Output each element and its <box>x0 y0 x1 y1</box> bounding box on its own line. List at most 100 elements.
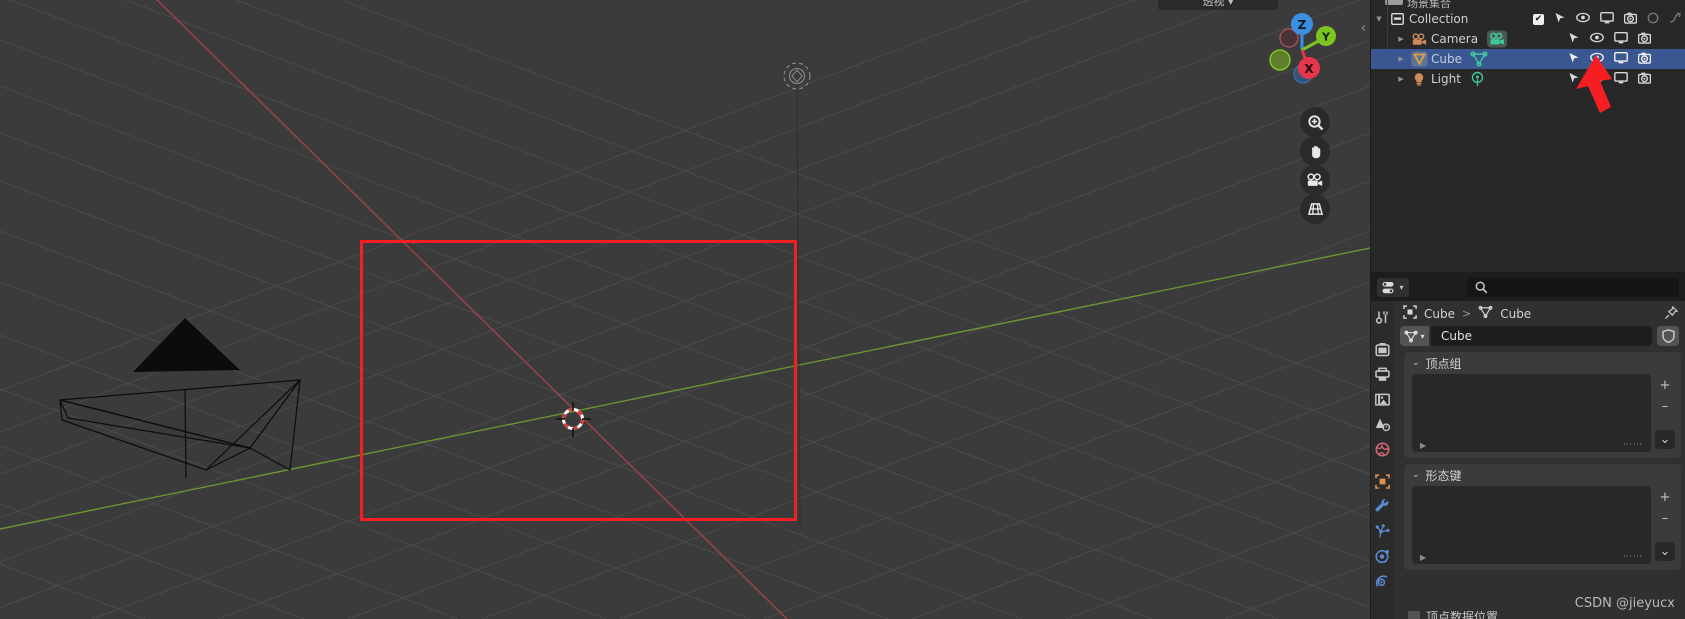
scene-tab[interactable] <box>1371 412 1394 437</box>
vertex-groups-title: 顶点组 <box>1425 356 1462 371</box>
resize-grip-icon[interactable]: ⋯⋯ <box>1623 440 1643 450</box>
shape-keys-title: 形态键 <box>1425 468 1462 483</box>
pin-icon[interactable] <box>1664 305 1679 323</box>
editor-type-dropdown[interactable]: ▾ <box>1377 278 1409 297</box>
object-tab[interactable] <box>1371 469 1394 494</box>
object-icon <box>1403 305 1417 322</box>
holdout-icon[interactable] <box>1647 12 1659 27</box>
shape-keys-buttons[interactable]: + – ⌄ <box>1655 486 1677 564</box>
mesh-object-icon <box>1409 51 1429 67</box>
collection-expand-icon[interactable]: ▼ <box>1371 15 1387 23</box>
object-data-tab[interactable] <box>1371 569 1394 594</box>
properties-editor[interactable]: ▾ Cube > Cube ▾ Cube ⌄ 顶点组 ▶ ⋯⋯ + – ⌄ ⌄ … <box>1370 272 1685 619</box>
disable-in-renders-icon[interactable] <box>1623 12 1638 27</box>
annotation-selection-rectangle <box>360 240 797 521</box>
search-icon <box>1475 281 1488 294</box>
expand-triangle-icon[interactable]: ▶ <box>1420 441 1426 450</box>
cube-expand-icon[interactable]: ▶ <box>1393 55 1409 63</box>
sidebar-toggle-arrow-icon[interactable]: ‹ <box>1361 22 1366 35</box>
light-expand-icon[interactable]: ▶ <box>1393 75 1409 83</box>
breadcrumb-mesh-label[interactable]: Cube <box>1500 307 1531 321</box>
modifiers-tab[interactable] <box>1371 494 1394 519</box>
hide-eye-icon[interactable] <box>1576 12 1590 26</box>
mesh-data-icon <box>1478 305 1493 322</box>
outliner-row-collection[interactable]: ▼ Collection ✔ <box>1371 9 1685 29</box>
view-layer-tab[interactable] <box>1371 387 1394 412</box>
remove-vertex-group-button[interactable]: – <box>1655 397 1675 416</box>
mesh-name-row[interactable]: ▾ Cube <box>1394 326 1685 346</box>
properties-header: ▾ <box>1371 274 1685 301</box>
mesh-datablock-dropdown[interactable]: ▾ <box>1400 326 1429 346</box>
mesh-name-input[interactable]: Cube <box>1431 326 1652 346</box>
blender-window: 透视 ▾ ‹ Z Y X 场景集合 ▼ Collection ✔ ▶ Camer… <box>0 0 1685 619</box>
shape-key-specials-menu[interactable]: ⌄ <box>1655 542 1675 561</box>
vertex-group-specials-menu[interactable]: ⌄ <box>1655 430 1675 449</box>
chevron-down-icon[interactable]: ⌄ <box>1412 470 1420 480</box>
checkbox-icon[interactable] <box>1408 611 1420 619</box>
selectable-arrow-icon[interactable] <box>1568 32 1580 47</box>
breadcrumb[interactable]: Cube > Cube <box>1394 301 1685 326</box>
bottom-partial-label: 顶点数据位置 <box>1426 611 1499 619</box>
particles-tab[interactable] <box>1371 519 1394 544</box>
hide-eye-icon[interactable] <box>1590 32 1604 46</box>
resize-grip-icon[interactable]: ⋯⋯ <box>1623 552 1643 562</box>
vertex-groups-buttons[interactable]: + – ⌄ <box>1655 374 1677 452</box>
scene-collection-label: 场景集合 <box>1407 0 1451 9</box>
shape-keys-header[interactable]: ⌄ 形态键 <box>1404 464 1681 486</box>
fake-user-shield-icon[interactable] <box>1657 326 1679 346</box>
disable-in-renders-icon[interactable] <box>1637 32 1652 47</box>
expand-triangle-icon[interactable]: ▶ <box>1420 553 1426 562</box>
camera-view-icon[interactable] <box>1300 165 1330 195</box>
disable-in-viewports-icon[interactable] <box>1614 31 1628 47</box>
chevron-down-icon[interactable]: ⌄ <box>1412 358 1420 368</box>
outliner-label: Light <box>1431 72 1461 86</box>
3d-viewport[interactable]: 透视 ▾ ‹ Z Y X <box>0 0 1370 619</box>
selectable-arrow-icon[interactable] <box>1554 12 1566 27</box>
shape-keys-list[interactable]: ▶ ⋯⋯ <box>1412 486 1651 564</box>
shape-keys-panel[interactable]: ⌄ 形态键 ▶ ⋯⋯ + – ⌄ <box>1404 464 1681 570</box>
annotation-arrow-icon <box>1576 55 1612 113</box>
add-vertex-group-button[interactable]: + <box>1655 376 1675 395</box>
chevron-down-icon: ▾ <box>1420 331 1425 341</box>
outliner-label: Cube <box>1431 52 1462 66</box>
outliner-label: Camera <box>1431 32 1479 46</box>
outliner-label: Collection <box>1409 12 1469 26</box>
scene-collection-row[interactable]: 场景集合 <box>1371 0 1685 9</box>
light-object-icon <box>1409 72 1429 86</box>
svg-text:Z: Z <box>1298 18 1307 32</box>
world-tab[interactable] <box>1371 437 1394 462</box>
indirect-only-icon[interactable] <box>1669 11 1681 27</box>
zoom-icon[interactable] <box>1300 107 1330 137</box>
breadcrumb-object-label[interactable]: Cube <box>1424 307 1455 321</box>
camera-expand-icon[interactable]: ▶ <box>1393 35 1409 43</box>
chevron-down-icon: ▾ <box>1399 283 1404 292</box>
outliner-editor[interactable]: 场景集合 ▼ Collection ✔ ▶ Camera ▶ Cube ▶ Li… <box>1370 0 1685 272</box>
vertex-groups-panel[interactable]: ⌄ 顶点组 ▶ ⋯⋯ + – ⌄ <box>1404 352 1681 458</box>
disable-in-viewports-icon[interactable] <box>1600 11 1614 27</box>
physics-tab[interactable] <box>1371 544 1394 569</box>
vertex-groups-list[interactable]: ▶ ⋯⋯ <box>1412 374 1651 452</box>
properties-search-field[interactable] <box>1467 278 1679 297</box>
remove-shape-key-button[interactable]: – <box>1655 509 1675 528</box>
output-tab[interactable] <box>1371 362 1394 387</box>
svg-text:X: X <box>1304 62 1314 76</box>
render-tab[interactable] <box>1371 337 1394 362</box>
watermark-text: CSDN @jieyucx <box>1574 596 1675 611</box>
vertex-groups-header[interactable]: ⌄ 顶点组 <box>1404 352 1681 374</box>
collection-toggles[interactable]: ✔ <box>1533 9 1681 29</box>
collection-exclude-checkbox[interactable]: ✔ <box>1533 13 1544 25</box>
tool-tab[interactable] <box>1371 305 1394 330</box>
breadcrumb-separator: > <box>1461 307 1472 320</box>
camera-toggles[interactable] <box>1568 29 1681 49</box>
properties-content: Cube > Cube ▾ Cube ⌄ 顶点组 ▶ ⋯⋯ + – ⌄ ⌄ 形态… <box>1394 301 1685 619</box>
pan-hand-icon[interactable] <box>1300 136 1330 166</box>
collection-icon <box>1387 13 1407 25</box>
navigation-gizmo[interactable]: Z Y X <box>1260 8 1344 92</box>
add-shape-key-button[interactable]: + <box>1655 488 1675 507</box>
outliner-row-camera[interactable]: ▶ Camera <box>1371 29 1685 49</box>
properties-tab-strip[interactable] <box>1371 301 1394 619</box>
svg-text:Y: Y <box>1321 31 1331 44</box>
camera-object-icon <box>1409 32 1429 46</box>
uv-maps-panel-stub[interactable]: 顶点数据位置 <box>1408 611 1498 619</box>
orthographic-toggle-icon[interactable] <box>1300 194 1330 224</box>
